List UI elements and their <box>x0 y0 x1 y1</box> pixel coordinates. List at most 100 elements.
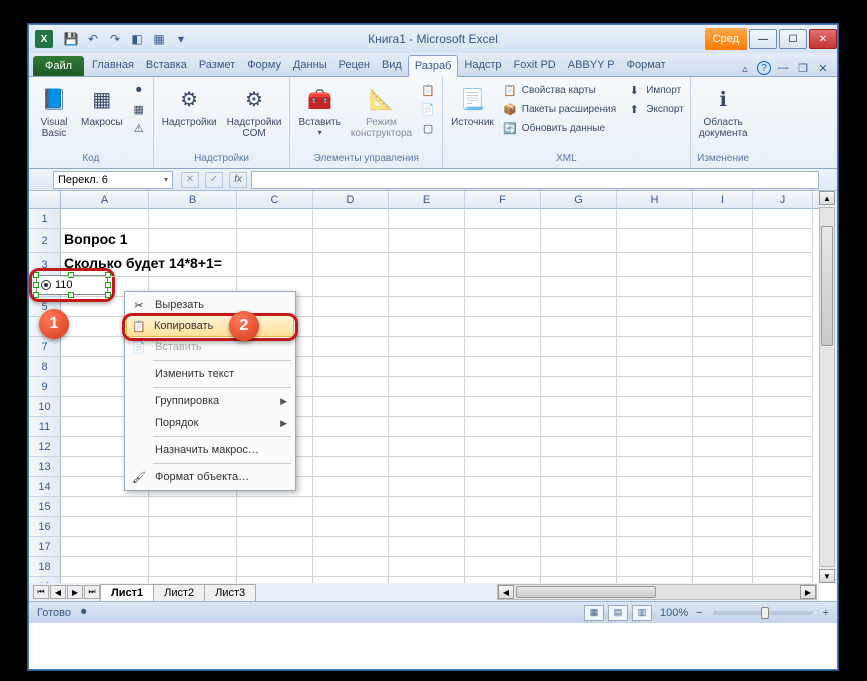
cell[interactable] <box>541 357 617 377</box>
ribbon-tab-8[interactable]: Надстр <box>458 55 507 76</box>
doc-area-button[interactable]: ℹОбласть документа <box>695 81 752 141</box>
cell[interactable] <box>617 277 693 297</box>
zoom-out-icon[interactable]: − <box>696 607 702 619</box>
cell[interactable] <box>753 457 813 477</box>
sheet-tab[interactable]: Лист3 <box>204 584 256 601</box>
cell[interactable] <box>389 517 465 537</box>
zoom-level[interactable]: 100% <box>660 607 688 619</box>
save-icon[interactable]: 💾 <box>61 29 81 49</box>
cell[interactable] <box>693 517 753 537</box>
cell[interactable] <box>313 357 389 377</box>
cell[interactable] <box>313 229 389 253</box>
cell[interactable] <box>693 397 753 417</box>
cell[interactable] <box>693 229 753 253</box>
hscroll-thumb[interactable] <box>516 586 656 598</box>
cell[interactable] <box>149 229 237 253</box>
map-props-button[interactable]: 📋Свойства карты <box>500 81 618 99</box>
cell[interactable] <box>617 497 693 517</box>
cell[interactable] <box>693 209 753 229</box>
minimize-button[interactable]: — <box>749 29 777 49</box>
cell[interactable] <box>693 337 753 357</box>
cell[interactable] <box>237 537 313 557</box>
cell[interactable] <box>617 297 693 317</box>
row-header[interactable]: 12 <box>29 437 60 457</box>
cell[interactable] <box>237 209 313 229</box>
workbook-close-icon[interactable]: ✕ <box>815 60 831 76</box>
cell[interactable] <box>313 253 389 277</box>
menu-format-object[interactable]: 🖌Формат объекта… <box>127 466 293 488</box>
macros-button[interactable]: ▦Макросы <box>77 81 127 130</box>
cell[interactable] <box>617 537 693 557</box>
ribbon-tab-5[interactable]: Рецен <box>333 55 376 76</box>
cell[interactable] <box>541 457 617 477</box>
sheet-nav-last-icon[interactable]: ⏭ <box>84 585 100 599</box>
column-header[interactable]: D <box>313 191 389 208</box>
ribbon-tab-6[interactable]: Вид <box>376 55 408 76</box>
page-layout-view-icon[interactable]: ▤ <box>608 605 628 621</box>
cell[interactable] <box>389 417 465 437</box>
cell[interactable] <box>753 337 813 357</box>
cell[interactable] <box>313 437 389 457</box>
record-macro-button[interactable]: ⏺ <box>129 81 149 99</box>
row-header[interactable]: 11 <box>29 417 60 437</box>
cell[interactable] <box>541 557 617 577</box>
vscroll-thumb[interactable] <box>821 226 833 346</box>
cell[interactable] <box>389 457 465 477</box>
ribbon-tab-0[interactable]: Главная <box>86 55 140 76</box>
scroll-down-icon[interactable]: ▼ <box>819 569 835 583</box>
cell[interactable] <box>465 357 541 377</box>
select-all-corner[interactable] <box>29 191 61 209</box>
visual-basic-button[interactable]: 📘Visual Basic <box>33 81 75 141</box>
menu-group[interactable]: Группировка▶ <box>127 390 293 412</box>
help-icon[interactable]: ? <box>757 61 771 75</box>
ribbon-tab-11[interactable]: Формат <box>621 55 672 76</box>
ext-packs-button[interactable]: 📦Пакеты расширения <box>500 100 618 118</box>
menu-edit-text[interactable]: Изменить текст <box>127 363 293 385</box>
selection-handle[interactable] <box>68 292 74 298</box>
row-header[interactable]: 7 <box>29 337 60 357</box>
row-header[interactable]: 10 <box>29 397 60 417</box>
cell[interactable] <box>693 297 753 317</box>
cell[interactable] <box>313 377 389 397</box>
cell[interactable] <box>389 317 465 337</box>
undo-icon[interactable]: ↶ <box>83 29 103 49</box>
cell[interactable] <box>313 209 389 229</box>
cell[interactable] <box>541 517 617 537</box>
enter-icon[interactable]: ✓ <box>205 172 223 188</box>
row-header[interactable]: 13 <box>29 457 60 477</box>
cell[interactable] <box>753 357 813 377</box>
column-header[interactable]: A <box>61 191 149 208</box>
ribbon-tab-7[interactable]: Разраб <box>408 55 459 77</box>
xml-source-button[interactable]: 📃Источник <box>447 81 498 130</box>
cell[interactable] <box>465 229 541 253</box>
name-box[interactable]: Перекл. 6▾ <box>53 171 173 189</box>
properties-button[interactable]: 📋 <box>418 81 438 99</box>
cell[interactable] <box>237 229 313 253</box>
sheet-nav-prev-icon[interactable]: ◀ <box>50 585 66 599</box>
cell[interactable] <box>753 317 813 337</box>
scroll-up-icon[interactable]: ▲ <box>819 191 835 205</box>
cell[interactable] <box>541 377 617 397</box>
cell[interactable] <box>753 437 813 457</box>
cell[interactable] <box>693 317 753 337</box>
menu-copy[interactable]: 📋Копировать <box>126 315 294 337</box>
cell[interactable] <box>617 417 693 437</box>
cell[interactable] <box>753 477 813 497</box>
cell[interactable] <box>465 517 541 537</box>
selection-handle[interactable] <box>105 292 111 298</box>
cell[interactable] <box>465 297 541 317</box>
cell[interactable] <box>465 377 541 397</box>
titlebar-orange-label[interactable]: Сред <box>705 28 747 50</box>
cell[interactable] <box>465 437 541 457</box>
cell[interactable] <box>617 477 693 497</box>
cell[interactable] <box>313 337 389 357</box>
qat-btn-4[interactable]: ◧ <box>127 29 147 49</box>
cell[interactable] <box>693 557 753 577</box>
row-header[interactable]: 8 <box>29 357 60 377</box>
cell[interactable] <box>753 297 813 317</box>
workbook-restore-icon[interactable]: ❐ <box>795 60 811 76</box>
sheet-nav-next-icon[interactable]: ▶ <box>67 585 83 599</box>
cell[interactable] <box>61 209 149 229</box>
row-header[interactable]: 14 <box>29 477 60 497</box>
cell[interactable] <box>541 497 617 517</box>
